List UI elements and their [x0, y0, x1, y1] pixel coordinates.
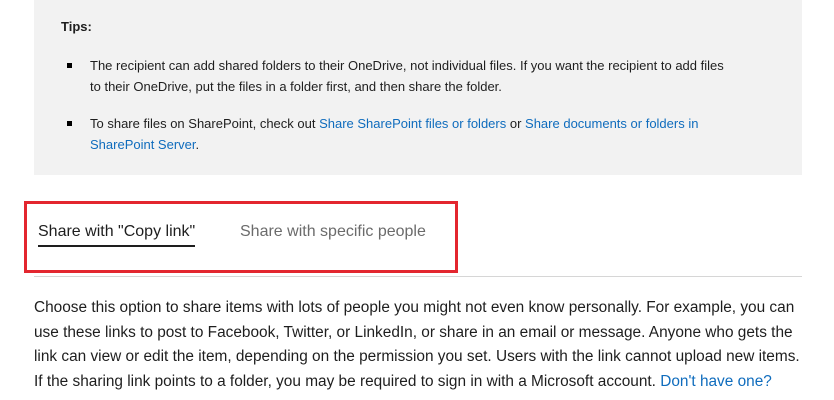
copy-link-description: Choose this option to share items with l… [34, 296, 804, 394]
tab-divider [34, 276, 802, 277]
tip-text: The recipient can add shared folders to … [90, 58, 724, 94]
page: Tips: The recipient can add shared folde… [0, 0, 834, 400]
dont-have-account-link[interactable]: Don't have one? [660, 373, 772, 390]
tips-title: Tips: [61, 19, 92, 34]
tip-text-prefix: To share files on SharePoint, check out [90, 116, 320, 131]
tip-item: To share files on SharePoint, check out … [67, 113, 730, 155]
tip-text-suffix: . [195, 137, 200, 152]
bullet-icon [67, 121, 72, 126]
tip-item: The recipient can add shared folders to … [67, 55, 730, 97]
bullet-icon [67, 63, 72, 68]
tip-text-mid: or [506, 116, 526, 131]
tab-list-highlight: Share with "Copy link" Share with specif… [24, 201, 458, 273]
share-sharepoint-files-link[interactable]: Share SharePoint files or folders [319, 116, 506, 131]
tips-box: Tips: The recipient can add shared folde… [34, 0, 802, 175]
tab-share-specific-people[interactable]: Share with specific people [240, 223, 426, 241]
tab-share-copy-link[interactable]: Share with "Copy link" [38, 223, 196, 247]
